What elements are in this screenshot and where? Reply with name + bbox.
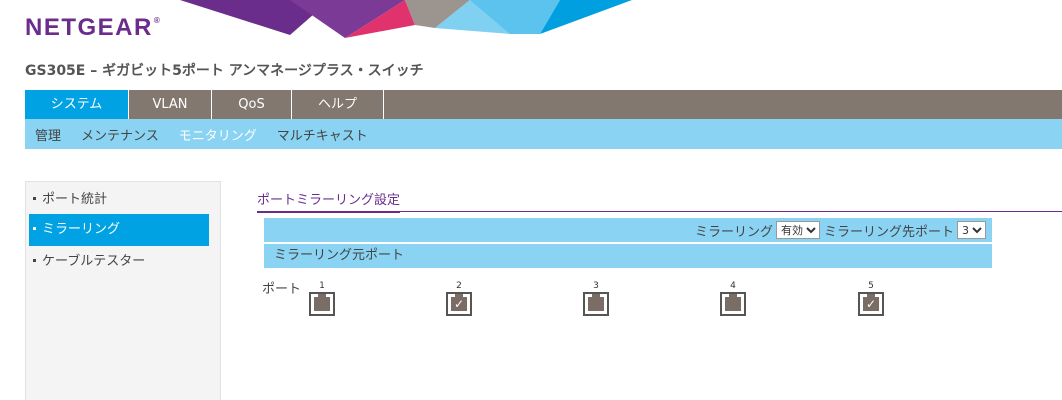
mirroring-config-bar: ミラーリング 有効 無効 ミラーリング先ポート 1 2 3 4 5 <box>264 218 992 242</box>
bullet-icon <box>33 259 36 262</box>
port-row-label: ポート <box>262 282 302 297</box>
port-1-checkbox[interactable]: 1 <box>309 280 335 316</box>
ethernet-port-icon <box>309 292 335 316</box>
port-5-checkbox[interactable]: 5 ✓ <box>858 280 884 316</box>
mirroring-label: ミラーリング <box>694 224 773 240</box>
section-title: ポートミラーリング設定 <box>257 187 401 213</box>
port-4-checkbox[interactable]: 4 <box>720 280 746 316</box>
sidebar-item-port-statistics[interactable]: ポート統計 <box>29 184 209 216</box>
port-number: 3 <box>593 281 599 291</box>
mirroring-select[interactable]: 有効 無効 <box>775 221 820 239</box>
port-2-checkbox[interactable]: 2 ✓ <box>446 280 472 316</box>
source-port-header: ミラーリング元ポート <box>264 244 992 268</box>
sidebar: ポート統計 ミラーリング ケーブルテスター <box>25 181 221 400</box>
section-divider <box>257 211 1062 212</box>
tab-qos[interactable]: QoS <box>212 90 292 119</box>
bullet-icon <box>33 197 36 200</box>
tab-system[interactable]: システム <box>25 90 129 119</box>
port-number: 4 <box>730 281 736 291</box>
bullet-icon <box>33 227 36 230</box>
port-3-checkbox[interactable]: 3 <box>583 280 609 316</box>
ethernet-port-checked-icon: ✓ <box>446 292 472 316</box>
sidebar-item-mirroring[interactable]: ミラーリング <box>29 214 209 246</box>
ethernet-port-checked-icon: ✓ <box>858 292 884 316</box>
tab-vlan[interactable]: VLAN <box>129 90 212 119</box>
main-nav: システム VLAN QoS ヘルプ <box>25 90 1062 119</box>
ethernet-port-icon <box>720 292 746 316</box>
port-number: 1 <box>319 281 325 291</box>
netgear-logo: NETGEAR® <box>25 14 162 41</box>
port-number: 2 <box>456 281 462 291</box>
port-number: 5 <box>868 281 874 291</box>
ethernet-port-icon <box>583 292 609 316</box>
product-title: GS305E – ギガビット5ポート アンマネージプラス・スイッチ <box>25 63 424 79</box>
subnav-management[interactable]: 管理 <box>35 125 61 144</box>
subnav-maintenance[interactable]: メンテナンス <box>81 125 159 144</box>
destination-port-label: ミラーリング先ポート <box>823 224 954 240</box>
sidebar-item-cable-tester[interactable]: ケーブルテスター <box>29 246 209 278</box>
subnav-monitoring[interactable]: モニタリング <box>179 125 257 144</box>
tab-help[interactable]: ヘルプ <box>292 90 384 119</box>
destination-port-select[interactable]: 1 2 3 4 5 <box>957 221 986 239</box>
sub-nav: 管理 メンテナンス モニタリング マルチキャスト <box>25 119 1062 149</box>
subnav-multicast[interactable]: マルチキャスト <box>277 125 368 144</box>
